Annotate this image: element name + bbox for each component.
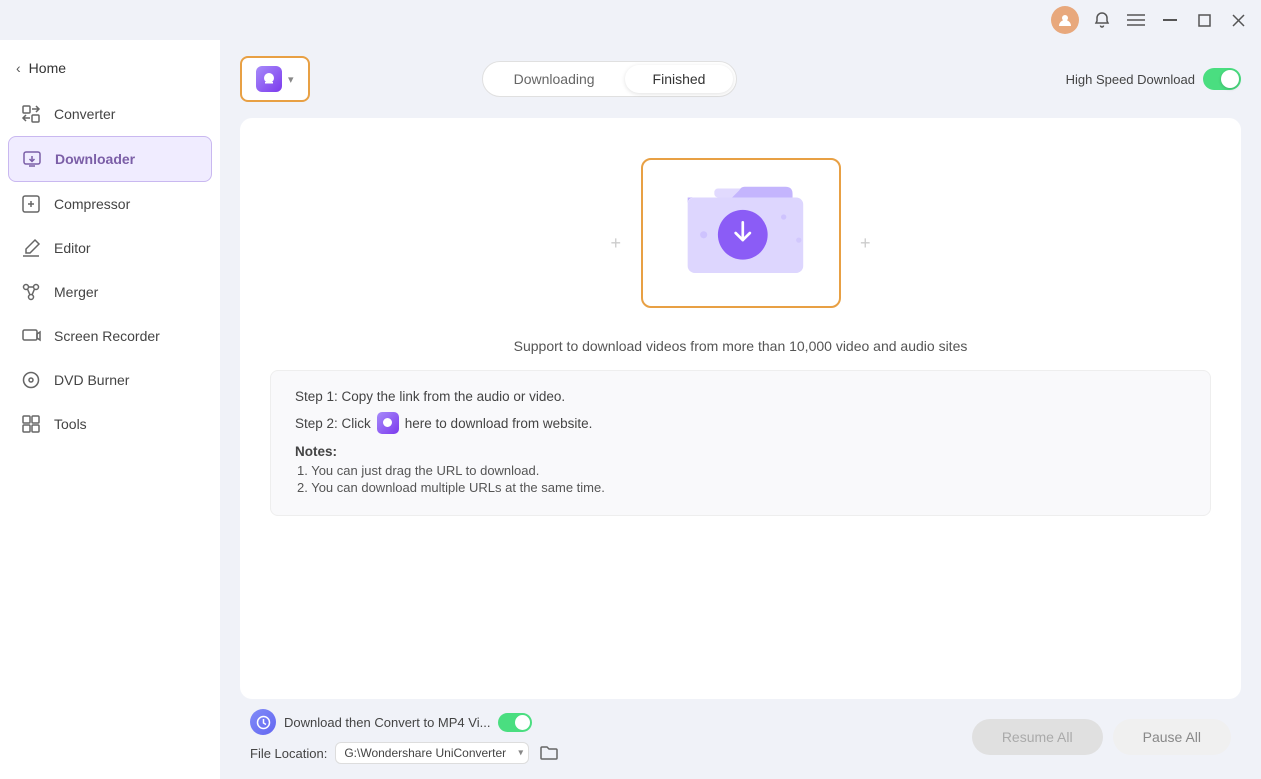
content-card: + + Support to download videos from more… xyxy=(240,118,1241,699)
close-icon[interactable] xyxy=(1227,9,1249,31)
file-location-select-wrap[interactable]: G:\Wondershare UniConverter xyxy=(335,742,529,764)
app-body: ‹ Home Converter Downloader xyxy=(0,40,1261,779)
sidebar-item-compressor[interactable]: Compressor xyxy=(0,182,220,226)
folder-open-button[interactable] xyxy=(537,741,561,765)
support-text: Support to download videos from more tha… xyxy=(514,338,968,354)
menu-icon[interactable] xyxy=(1125,9,1147,31)
sidebar-item-downloader[interactable]: Downloader xyxy=(8,136,212,182)
high-speed-toggle[interactable] xyxy=(1203,68,1241,90)
sidebar-item-tools[interactable]: Tools xyxy=(0,402,220,446)
step2-prefix: Step 2: Click xyxy=(295,416,371,431)
bottom-bar: Download then Convert to MP4 Vi... File … xyxy=(240,699,1241,765)
add-download-icon xyxy=(256,66,282,92)
add-btn-dropdown-arrow: ▾ xyxy=(288,73,294,86)
notification-icon[interactable] xyxy=(1091,9,1113,31)
convert-toggle[interactable] xyxy=(498,713,532,732)
converter-icon xyxy=(20,103,42,125)
screen-recorder-icon xyxy=(20,325,42,347)
file-location-select[interactable]: G:\Wondershare UniConverter xyxy=(335,742,529,764)
tab-finished[interactable]: Finished xyxy=(625,65,734,93)
note1: 1. You can just drag the URL to download… xyxy=(297,463,1186,478)
folder-illustration-box xyxy=(641,158,841,308)
sidebar-item-editor[interactable]: Editor xyxy=(0,226,220,270)
high-speed-label: High Speed Download xyxy=(1066,72,1195,87)
sidebar-item-label: Downloader xyxy=(55,151,135,167)
plus-decoration-right: + xyxy=(860,233,871,254)
maximize-icon[interactable] xyxy=(1193,9,1215,31)
sidebar-item-dvd-burner[interactable]: DVD Burner xyxy=(0,358,220,402)
sidebar-back[interactable]: ‹ Home xyxy=(0,50,220,92)
step2-line: Step 2: Click here to download from webs… xyxy=(295,412,1186,434)
editor-icon xyxy=(20,237,42,259)
user-avatar xyxy=(1051,6,1079,34)
illustration-area: + + xyxy=(270,138,1211,328)
sidebar-item-converter[interactable]: Converter xyxy=(0,92,220,136)
bottom-left: Download then Convert to MP4 Vi... File … xyxy=(250,709,956,765)
note2: 2. You can download multiple URLs at the… xyxy=(297,480,1186,495)
clock-icon xyxy=(250,709,276,735)
tools-icon xyxy=(20,413,42,435)
convert-label: Download then Convert to MP4 Vi... xyxy=(284,715,490,730)
notes-section: Notes: 1. You can just drag the URL to d… xyxy=(295,444,1186,495)
file-location-label: File Location: xyxy=(250,746,327,761)
instructions-box: Step 1: Copy the link from the audio or … xyxy=(270,370,1211,516)
sidebar-item-label: Screen Recorder xyxy=(54,328,160,344)
sidebar: ‹ Home Converter Downloader xyxy=(0,40,220,779)
sidebar-item-label: Tools xyxy=(54,416,87,432)
plus-decoration-left: + xyxy=(611,233,622,254)
high-speed-section: High Speed Download xyxy=(1066,68,1241,90)
topbar: ▾ Downloading Finished High Speed Downlo… xyxy=(240,56,1241,102)
sidebar-item-label: DVD Burner xyxy=(54,372,129,388)
convert-row: Download then Convert to MP4 Vi... xyxy=(250,709,956,735)
pause-all-button[interactable]: Pause All xyxy=(1113,719,1231,755)
step1-text: Step 1: Copy the link from the audio or … xyxy=(295,389,565,404)
dvd-burner-icon xyxy=(20,369,42,391)
sidebar-item-merger[interactable]: Merger xyxy=(0,270,220,314)
step2-suffix: here to download from website. xyxy=(405,416,593,431)
resume-all-button[interactable]: Resume All xyxy=(972,719,1103,755)
titlebar xyxy=(0,0,1261,40)
sidebar-item-screen-recorder[interactable]: Screen Recorder xyxy=(0,314,220,358)
sidebar-item-label: Editor xyxy=(54,240,91,256)
tab-downloading[interactable]: Downloading xyxy=(486,65,623,93)
add-download-button[interactable]: ▾ xyxy=(240,56,310,102)
sidebar-item-label: Converter xyxy=(54,106,115,122)
notes-title: Notes: xyxy=(295,444,1186,459)
folder-svg xyxy=(661,168,821,298)
sidebar-item-label: Compressor xyxy=(54,196,130,212)
downloader-icon xyxy=(21,148,43,170)
minimize-icon[interactable] xyxy=(1159,9,1181,31)
file-location-row: File Location: G:\Wondershare UniConvert… xyxy=(250,741,956,765)
merger-icon xyxy=(20,281,42,303)
step1-line: Step 1: Copy the link from the audio or … xyxy=(295,389,1186,404)
bottom-right: Resume All Pause All xyxy=(972,719,1231,755)
sidebar-back-label: Home xyxy=(29,60,66,76)
tab-group: Downloading Finished xyxy=(482,61,738,97)
sidebar-item-label: Merger xyxy=(54,284,98,300)
main-content: ▾ Downloading Finished High Speed Downlo… xyxy=(220,40,1261,779)
step2-inline-icon xyxy=(377,412,399,434)
compressor-icon xyxy=(20,193,42,215)
back-arrow-icon: ‹ xyxy=(16,60,21,76)
